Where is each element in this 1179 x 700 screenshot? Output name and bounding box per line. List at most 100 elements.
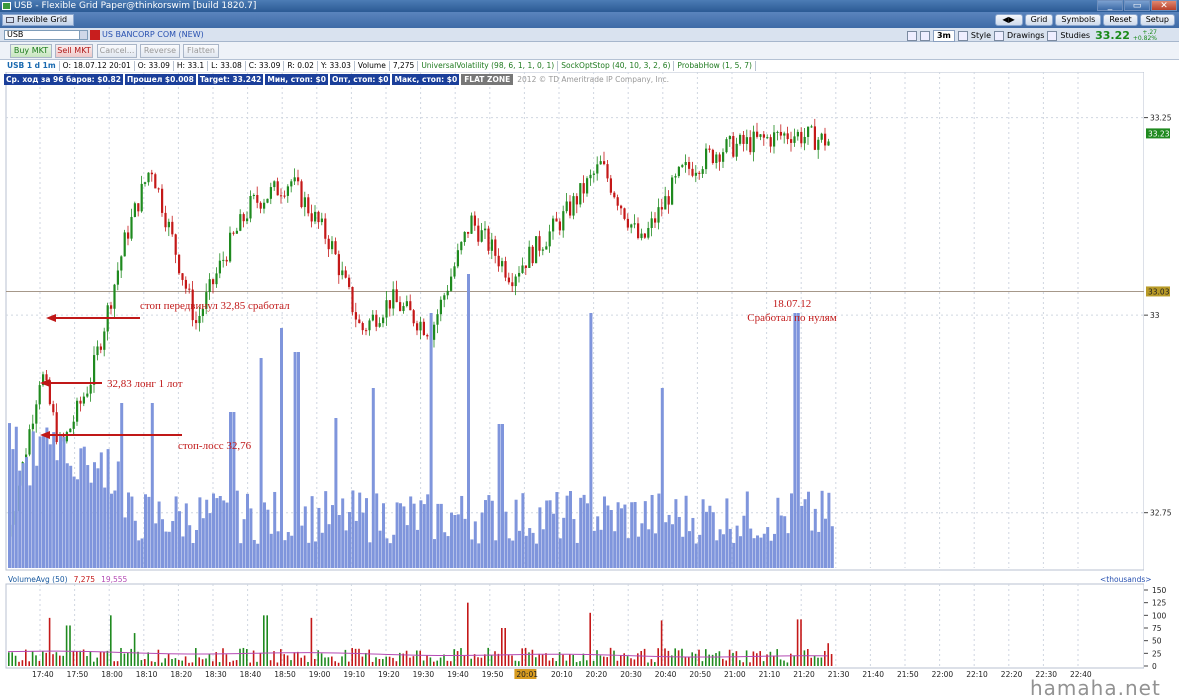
candle-body (793, 136, 796, 143)
volume-profile-bar (640, 523, 644, 568)
volume-profile-bar (412, 503, 416, 568)
candle-body (504, 261, 507, 278)
chart-area[interactable]: 17:40 17:50 18:00 18:10 18:20 18:30 18:40 18:50… (0, 72, 1179, 700)
setup-button[interactable]: Setup (1139, 14, 1175, 26)
volume-profile-bar (371, 388, 375, 568)
volume-profile-bar (286, 532, 290, 568)
flatten-button[interactable]: Flatten (183, 44, 219, 58)
volume-profile-bar (521, 493, 525, 568)
volume-bar (830, 654, 833, 666)
wrench-icon[interactable] (906, 30, 917, 41)
candle-body (249, 195, 252, 219)
volume-profile-bar (283, 540, 287, 568)
symbol-input[interactable]: USB (4, 30, 88, 40)
candle-body (263, 202, 266, 209)
flexible-grid-tab[interactable]: Flexible Grid (2, 14, 75, 26)
candle-body (501, 261, 504, 267)
time-tick-label: 22:10 (966, 670, 988, 679)
close-button[interactable]: ✕ (1151, 0, 1177, 11)
volume-bar (603, 656, 605, 666)
candle-body (327, 238, 330, 250)
chart-svg[interactable]: 17:40 17:50 18:00 18:10 18:20 18:30 18:40 18:50… (0, 72, 1179, 700)
candle-body (545, 246, 548, 250)
volume-profile-bar (79, 448, 83, 568)
volume-bar (11, 652, 13, 666)
volume-profile-bar (524, 535, 528, 568)
volume-profile-bar (188, 525, 192, 568)
maximize-button[interactable]: ▭ (1124, 0, 1150, 11)
candle-body (762, 134, 765, 138)
candle-body (280, 195, 283, 197)
candle-body (623, 208, 626, 219)
volume-profile-bar (453, 514, 457, 568)
volume-bar (575, 662, 578, 666)
cancel-button[interactable]: Cancel... (97, 44, 137, 58)
volume-profile-bar (174, 496, 178, 568)
volume-bar (365, 652, 367, 666)
timeframe-selector[interactable]: 3m (932, 29, 955, 42)
info-symbol[interactable]: USB 1 d 1m (4, 61, 60, 71)
study-probabhow[interactable]: ProbabHow (1, 5, 7) (674, 61, 756, 71)
style-button[interactable]: Style (971, 31, 991, 40)
volume-profile-bar (361, 512, 365, 568)
grid-button[interactable]: Grid (1024, 14, 1054, 26)
navigate-button[interactable]: ◀▶ (994, 14, 1023, 26)
study-universal-volatility[interactable]: UniversalVolatility (98, 6, 1, 1, 0, 1) (418, 61, 559, 71)
volume-profile-bar (405, 525, 409, 568)
volume-bar (225, 654, 228, 666)
volume-bar (701, 661, 704, 666)
candle-body (538, 236, 541, 251)
volume-bar (433, 661, 435, 666)
volume-bar (545, 653, 547, 666)
volume-bar (110, 615, 112, 666)
volume-bar (494, 651, 496, 666)
volume-bar (137, 651, 139, 666)
volume-profile-bar (164, 531, 168, 568)
volume-profile-bar (331, 505, 334, 568)
volume-bar (484, 654, 486, 666)
candle-body (344, 270, 347, 278)
drawings-button[interactable]: Drawings (1007, 31, 1044, 40)
candle-body (633, 223, 636, 225)
volume-avg-label[interactable]: VolumeAvg (50) (6, 575, 70, 584)
volume-profile-bar (613, 531, 617, 568)
symbol-toolbar: USB US BANCORP COM (NEW) 3m Style Drawin… (0, 28, 1179, 42)
symbols-button[interactable]: Symbols (1055, 14, 1102, 26)
buy-market-button[interactable]: Buy MKT (10, 44, 52, 58)
reverse-button[interactable]: Reverse (140, 44, 180, 58)
symbol-link-icon[interactable] (90, 30, 100, 40)
time-tick-label: 19:00 (309, 670, 331, 679)
volume-bar (232, 660, 234, 666)
candle-body (150, 172, 153, 175)
volume-bar (705, 649, 707, 666)
time-tick-label: 20:20 (586, 670, 608, 679)
volume-bar (562, 654, 564, 666)
chevron-down-icon[interactable] (79, 31, 87, 39)
candle-body (69, 428, 72, 433)
candle-body (521, 265, 524, 273)
volume-profile-bar (443, 532, 447, 568)
candle-body (65, 432, 68, 442)
window-title: USB - Flexible Grid Paper@thinkorswim [b… (14, 1, 257, 11)
candle-body (229, 232, 232, 262)
study-sockoptstop[interactable]: SockOptStop (40, 10, 3, 2, 6) (558, 61, 675, 71)
candle-body (453, 266, 456, 277)
volume-profile-bar (705, 511, 708, 568)
volume-tick-label: 100 (1152, 611, 1167, 620)
reset-button[interactable]: Reset (1103, 14, 1138, 26)
candle-body (810, 126, 813, 128)
volume-profile-bar (711, 512, 715, 568)
minimize-button[interactable]: _ (1097, 0, 1123, 11)
volume-bar (127, 653, 129, 666)
candle-body (796, 131, 799, 137)
volume-bar (742, 662, 744, 666)
candle-body (79, 400, 82, 404)
volume-bar (531, 649, 534, 666)
volume-profile-bar (133, 520, 137, 568)
candle-body (368, 320, 371, 331)
studies-button[interactable]: Studies (1060, 31, 1090, 40)
sell-market-button[interactable]: Sell MKT (55, 44, 93, 58)
drawing-cursor-icon[interactable] (919, 30, 930, 41)
candle-body (609, 178, 612, 193)
volume-profile-bar (409, 496, 413, 568)
